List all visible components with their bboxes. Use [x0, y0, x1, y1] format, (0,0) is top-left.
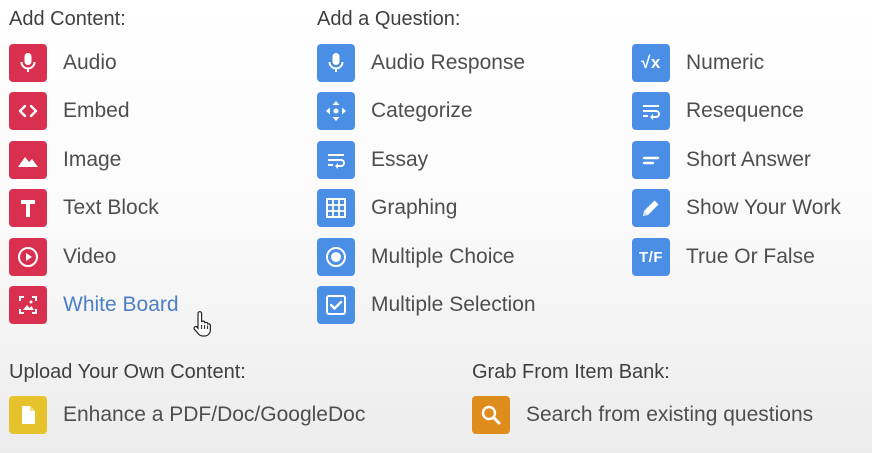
- text-t-icon: [9, 189, 47, 227]
- audio-response-label: Audio Response: [371, 51, 526, 74]
- true-false-icon: T/F: [632, 238, 670, 276]
- square-root-icon: √x: [632, 44, 670, 82]
- add-audio-label: Audio: [63, 51, 117, 74]
- microphone-icon: [317, 44, 355, 82]
- add-numeric-button[interactable]: √x Numeric: [632, 44, 764, 82]
- radio-button-icon: [317, 238, 355, 276]
- add-white-board-label: White Board: [63, 293, 179, 316]
- pencil-icon: [632, 189, 670, 227]
- mountain-image-icon: [9, 141, 47, 179]
- add-short-answer-button[interactable]: Short Answer: [632, 141, 811, 179]
- add-resequence-button[interactable]: Resequence: [632, 92, 804, 130]
- add-embed-button[interactable]: Embed: [9, 92, 130, 130]
- add-audio-response-button[interactable]: Audio Response: [317, 44, 525, 82]
- microphone-icon: [9, 44, 47, 82]
- add-text-block-label: Text Block: [63, 196, 159, 219]
- enhance-document-button[interactable]: Enhance a PDF/Doc/GoogleDoc: [9, 396, 365, 434]
- add-text-block-button[interactable]: Text Block: [9, 189, 159, 227]
- add-multiple-selection-button[interactable]: Multiple Selection: [317, 286, 536, 324]
- add-show-your-work-button[interactable]: Show Your Work: [632, 189, 841, 227]
- add-image-label: Image: [63, 148, 122, 171]
- add-audio-button[interactable]: Audio: [9, 44, 117, 82]
- add-white-board-button[interactable]: White Board: [9, 286, 179, 324]
- add-graphing-button[interactable]: Graphing: [317, 189, 457, 227]
- add-essay-button[interactable]: Essay: [317, 141, 428, 179]
- whiteboard-icon: [9, 286, 47, 324]
- add-categorize-button[interactable]: Categorize: [317, 92, 473, 130]
- numeric-label: Numeric: [686, 51, 765, 74]
- essay-label: Essay: [371, 148, 429, 171]
- grid-icon: [317, 189, 355, 227]
- search-existing-questions-button[interactable]: Search from existing questions: [472, 396, 813, 434]
- add-video-button[interactable]: Video: [9, 238, 116, 276]
- categorize-label: Categorize: [371, 99, 473, 122]
- short-answer-label: Short Answer: [686, 148, 811, 171]
- graphing-label: Graphing: [371, 196, 458, 219]
- add-embed-label: Embed: [63, 99, 130, 122]
- multiple-choice-label: Multiple Choice: [371, 245, 515, 268]
- true-or-false-label: True Or False: [686, 245, 815, 268]
- add-content-heading: Add Content:: [9, 8, 126, 30]
- item-bank-heading: Grab From Item Bank:: [472, 361, 670, 383]
- short-lines-icon: [632, 141, 670, 179]
- resequence-label: Resequence: [686, 99, 804, 122]
- add-multiple-choice-button[interactable]: Multiple Choice: [317, 238, 515, 276]
- code-brackets-icon: [9, 92, 47, 130]
- add-question-heading: Add a Question:: [317, 8, 461, 30]
- upload-heading: Upload Your Own Content:: [9, 361, 246, 383]
- checkbox-icon: [317, 286, 355, 324]
- add-image-button[interactable]: Image: [9, 141, 121, 179]
- search-icon: [472, 396, 510, 434]
- enhance-document-label: Enhance a PDF/Doc/GoogleDoc: [63, 403, 366, 426]
- multiple-selection-label: Multiple Selection: [371, 293, 536, 316]
- four-arrows-icon: [317, 92, 355, 130]
- search-existing-questions-label: Search from existing questions: [526, 403, 814, 426]
- add-video-label: Video: [63, 245, 117, 268]
- hand-pointer-cursor-icon: [193, 311, 211, 337]
- document-icon: [9, 396, 47, 434]
- wrap-text-icon: [632, 92, 670, 130]
- add-true-or-false-button[interactable]: T/F True Or False: [632, 238, 815, 276]
- play-circle-icon: [9, 238, 47, 276]
- wrap-text-icon: [317, 141, 355, 179]
- show-your-work-label: Show Your Work: [686, 196, 841, 219]
